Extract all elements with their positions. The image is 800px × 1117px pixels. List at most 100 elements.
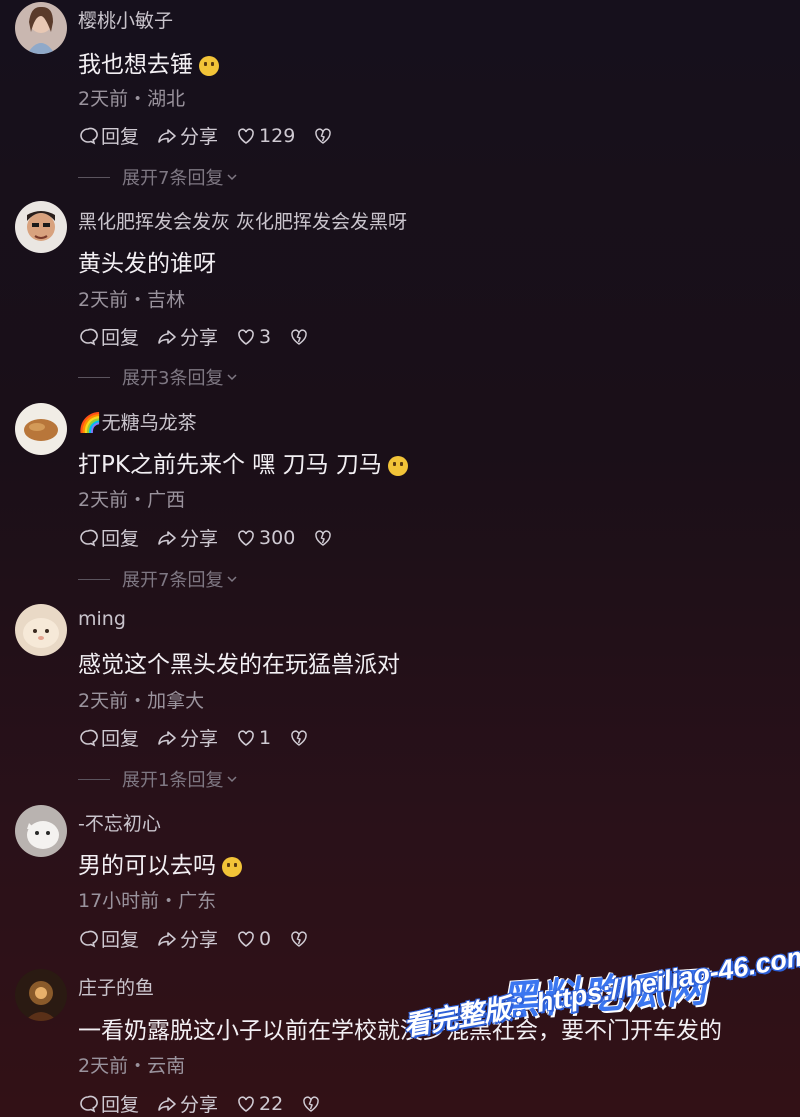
heart-icon <box>238 729 254 746</box>
heart-icon <box>238 127 254 144</box>
expand-replies-button[interactable]: 展开7条回复 <box>78 164 239 190</box>
divider <box>78 176 110 178</box>
like-button[interactable]: 300 <box>236 527 295 549</box>
expand-replies-label: 展开7条回复 <box>122 570 224 591</box>
username[interactable]: ming <box>78 608 126 630</box>
action-bar: 回复 分享 0 <box>78 925 330 952</box>
dislike-button[interactable] <box>289 728 312 748</box>
like-count: 129 <box>259 124 296 147</box>
comment-bubble-icon <box>80 127 98 145</box>
comment-bubble-icon <box>80 729 98 747</box>
comment-bubble-icon <box>80 529 98 547</box>
username[interactable]: 樱桃小敏子 <box>78 6 173 33</box>
share-arrow-icon <box>158 530 176 545</box>
like-button[interactable]: 3 <box>236 326 271 348</box>
reply-label: 回复 <box>101 929 140 951</box>
expand-replies-label: 展开3条回复 <box>122 368 224 389</box>
expand-replies-button[interactable]: 展开7条回复 <box>78 566 239 592</box>
comment-text-content: 打PK之前先来个 嘿 刀马 刀马 <box>78 452 382 478</box>
share-button[interactable]: 分享 <box>157 524 218 551</box>
share-label: 分享 <box>180 1094 219 1116</box>
divider <box>78 376 110 378</box>
time-location: 17小时前・广东 <box>78 890 217 912</box>
expand-replies-button[interactable]: 展开1条回复 <box>78 766 239 792</box>
like-button[interactable]: 1 <box>236 727 271 749</box>
expand-replies-button[interactable]: 展开3条回复 <box>78 364 239 390</box>
reply-button[interactable]: 回复 <box>78 323 139 350</box>
dislike-button[interactable] <box>289 327 312 347</box>
time-location: 2天前・吉林 <box>78 289 186 311</box>
emoji-icon <box>199 55 219 76</box>
avatar[interactable] <box>15 604 67 656</box>
broken-heart-icon <box>291 930 307 947</box>
dislike-button[interactable] <box>301 1094 324 1114</box>
like-button[interactable]: 0 <box>236 928 271 950</box>
time-location: 2天前・云南 <box>78 1055 186 1077</box>
comment-bubble-icon <box>80 930 98 948</box>
heart-icon <box>238 930 254 947</box>
like-count: 3 <box>259 325 272 348</box>
heart-icon <box>238 328 254 345</box>
heart-icon <box>238 529 254 546</box>
share-button[interactable]: 分享 <box>157 925 218 952</box>
expand-replies-label: 展开7条回复 <box>122 168 224 189</box>
share-button[interactable]: 分享 <box>157 724 218 751</box>
reply-label: 回复 <box>101 528 140 550</box>
comment-text: 我也想去锤 <box>78 45 219 79</box>
comment-bubble-icon <box>80 328 98 346</box>
heart-icon <box>238 1095 254 1112</box>
share-label: 分享 <box>180 728 219 750</box>
reply-button[interactable]: 回复 <box>78 1090 139 1117</box>
dislike-button[interactable] <box>289 929 312 949</box>
broken-heart-icon <box>315 127 332 144</box>
username[interactable]: 🌈无糖乌龙茶 <box>78 408 197 435</box>
share-label: 分享 <box>180 929 219 951</box>
like-count: 1 <box>259 726 272 749</box>
avatar[interactable] <box>15 969 67 1021</box>
expand-replies-label: 展开1条回复 <box>122 770 224 791</box>
dislike-button[interactable] <box>313 126 336 146</box>
reply-button[interactable]: 回复 <box>78 724 139 751</box>
username[interactable]: 黑化肥挥发会发灰 灰化肥挥发会发黑呀 <box>78 207 407 234</box>
share-arrow-icon <box>158 329 176 344</box>
username[interactable]: -不忘初心 <box>78 809 161 836</box>
comment-text: 男的可以去吗 <box>78 846 242 880</box>
time-location: 2天前・加拿大 <box>78 690 205 712</box>
share-label: 分享 <box>180 528 219 550</box>
avatar[interactable] <box>15 2 67 54</box>
share-arrow-icon <box>158 128 176 143</box>
share-button[interactable]: 分享 <box>157 323 218 350</box>
reply-button[interactable]: 回复 <box>78 524 139 551</box>
like-button[interactable]: 129 <box>236 125 295 147</box>
avatar[interactable] <box>15 805 67 857</box>
action-bar: 回复 分享 300 <box>78 524 354 551</box>
reply-label: 回复 <box>101 728 140 750</box>
share-label: 分享 <box>180 126 219 148</box>
action-bar: 回复 分享 129 <box>78 122 354 149</box>
broken-heart-icon <box>315 529 332 546</box>
share-arrow-icon <box>158 730 176 745</box>
like-count: 0 <box>259 927 272 950</box>
divider <box>78 778 110 780</box>
like-button[interactable]: 22 <box>236 1093 283 1115</box>
comment-text-content: 男的可以去吗 <box>78 853 216 879</box>
reply-label: 回复 <box>101 1094 140 1116</box>
share-button[interactable]: 分享 <box>157 122 218 149</box>
share-arrow-icon <box>158 1096 176 1111</box>
reply-label: 回复 <box>101 327 140 349</box>
share-button[interactable]: 分享 <box>157 1090 218 1117</box>
share-label: 分享 <box>180 327 219 349</box>
reply-label: 回复 <box>101 126 140 148</box>
username[interactable]: 庄子的鱼 <box>78 973 154 1000</box>
chevron-down-icon <box>227 776 237 783</box>
broken-heart-icon <box>291 729 307 746</box>
reply-button[interactable]: 回复 <box>78 925 139 952</box>
avatar[interactable] <box>15 201 67 253</box>
broken-heart-icon <box>291 328 307 345</box>
reply-button[interactable]: 回复 <box>78 122 139 149</box>
dislike-button[interactable] <box>313 528 336 548</box>
like-count: 22 <box>259 1092 284 1115</box>
like-count: 300 <box>259 526 296 549</box>
comment-text: 黄头发的谁呀 <box>78 251 216 277</box>
avatar[interactable] <box>15 403 67 455</box>
